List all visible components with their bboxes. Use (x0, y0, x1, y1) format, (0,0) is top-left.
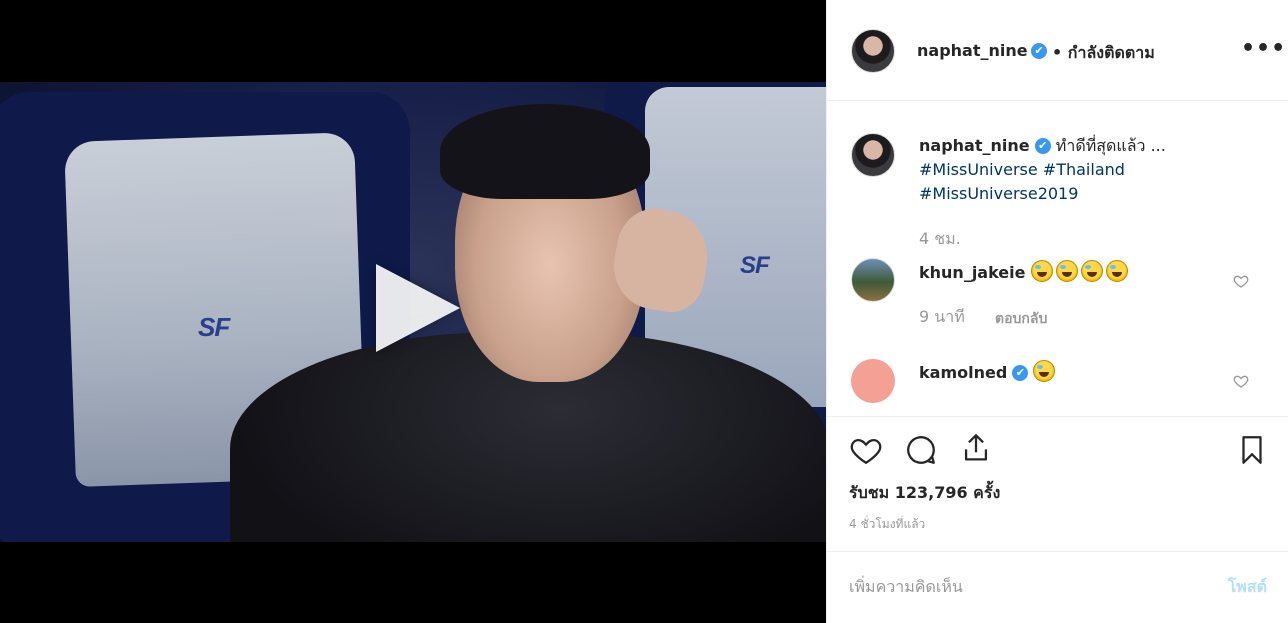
hashtag-link[interactable]: #MissUniverse2019 (919, 184, 1078, 203)
bookmark-icon[interactable] (1235, 433, 1269, 467)
post-comment-button[interactable]: โพสต์ (1228, 575, 1267, 600)
cinema-logo-right: SF (740, 252, 770, 279)
laughing-emoji-icon (1030, 260, 1053, 282)
hashtag-link[interactable]: #MissUniverse (919, 160, 1038, 179)
post-side-panel: naphat_nine ✔ • กำลังติดตาม ••• naphat_n… (826, 0, 1288, 623)
comment-age[interactable]: 9 นาที (919, 305, 965, 330)
follow-status[interactable]: • กำลังติดตาม (1052, 41, 1155, 66)
play-icon[interactable] (376, 264, 460, 352)
author-username[interactable]: naphat_nine (917, 41, 1028, 60)
comment-composer: โพสต์ (827, 551, 1288, 623)
hashtag-link[interactable]: #Thailand (1043, 160, 1125, 179)
post-timestamp[interactable]: 4 ชั่วโมงที่แล้ว (849, 515, 925, 534)
laughing-emoji-icon (1055, 260, 1078, 282)
heart-icon[interactable] (849, 433, 883, 467)
comment-like-heart-icon[interactable] (1233, 273, 1249, 289)
person-hair (440, 104, 650, 199)
verified-badge-icon: ✔ (1012, 365, 1029, 381)
comment-username[interactable]: khun_jakeie (919, 263, 1026, 282)
comment-like-heart-icon[interactable] (1233, 373, 1249, 389)
post-actions: รับชม 123,796 ครั้ง 4 ชั่วโมงที่แล้ว (827, 416, 1288, 551)
verified-badge-icon: ✔ (1034, 138, 1051, 154)
comment-icon[interactable] (904, 433, 938, 467)
cinema-logo-left: SF (198, 312, 230, 342)
share-icon[interactable] (959, 431, 993, 465)
caption-age[interactable]: 4 ชม. (919, 227, 961, 252)
caption-text: ทำดีที่สุดแล้ว ... (1055, 136, 1166, 155)
more-options-icon[interactable]: ••• (1241, 36, 1286, 61)
comment-username[interactable]: kamolned (919, 363, 1007, 382)
post-header: naphat_nine ✔ • กำลังติดตาม ••• (827, 0, 1288, 101)
caption-avatar[interactable] (851, 133, 895, 177)
post-modal: SF SF naphat_nine ✔ • กำลังติดตาม ••• na… (0, 0, 1288, 623)
verified-badge-icon: ✔ (1031, 43, 1047, 59)
caption: naphat_nine ✔ ทำดีที่สุดแล้ว ... #MissUn… (919, 134, 1259, 206)
caption-username[interactable]: naphat_nine (919, 136, 1030, 155)
laughing-emoji-icon (1033, 360, 1056, 382)
comment-avatar[interactable] (851, 359, 895, 403)
video-player[interactable]: SF SF (0, 0, 826, 623)
comment-body: kamolned ✔ (919, 360, 1058, 385)
author-avatar[interactable] (851, 29, 895, 73)
laughing-emoji-icon (1105, 260, 1128, 282)
comments-list[interactable]: naphat_nine ✔ ทำดีที่สุดแล้ว ... #MissUn… (827, 101, 1288, 416)
comment-input[interactable] (849, 572, 1189, 600)
laughing-emoji-icon (1080, 260, 1103, 282)
reply-button[interactable]: ตอบกลับ (995, 308, 1047, 330)
comment-body: khun_jakeie (919, 260, 1131, 285)
comment-avatar[interactable] (851, 258, 895, 302)
view-count[interactable]: รับชม 123,796 ครั้ง (849, 481, 1000, 506)
